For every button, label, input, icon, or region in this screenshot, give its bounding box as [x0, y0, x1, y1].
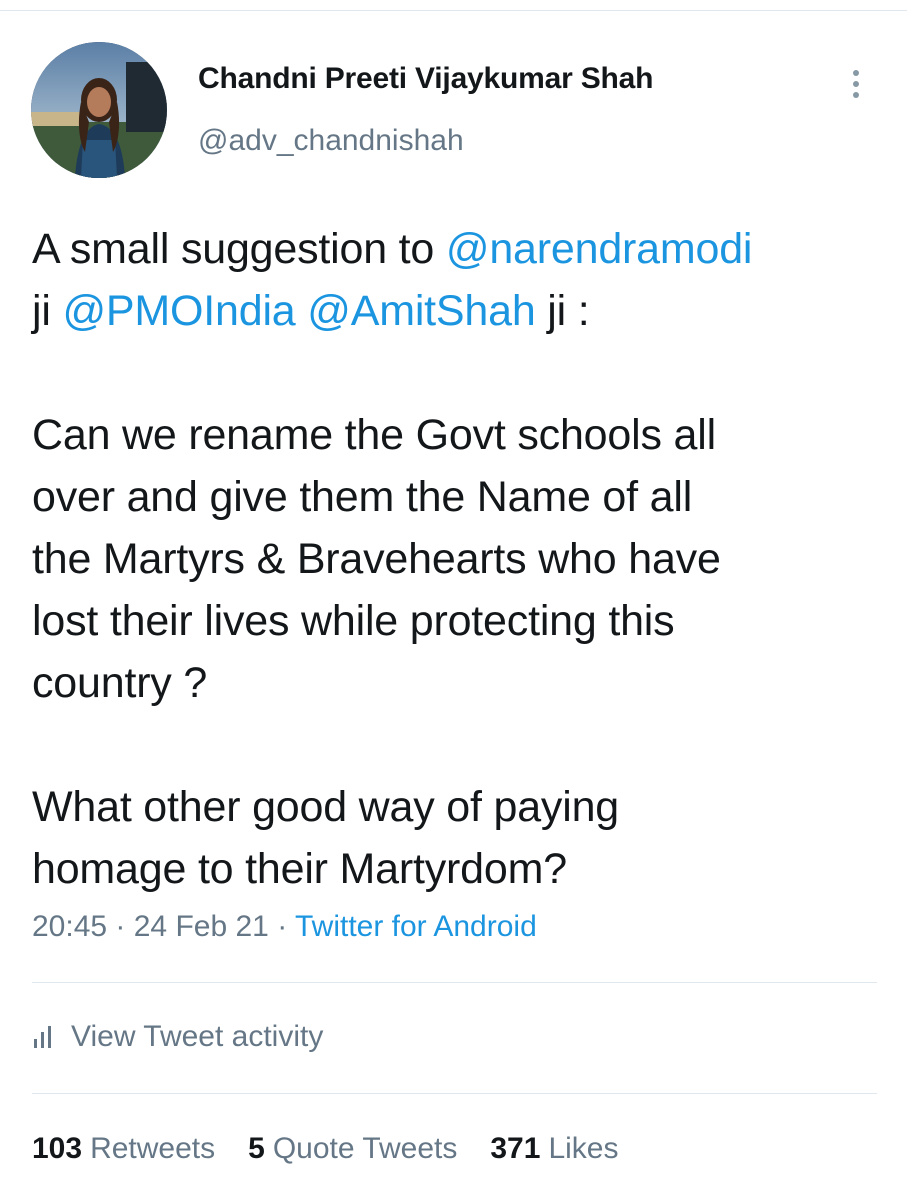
tweet-text-segment: What other good way of paying: [32, 783, 620, 831]
meta-separator: ·: [268, 910, 295, 943]
author-avatar[interactable]: [31, 42, 167, 178]
tweet-text-segment: A small suggestion to: [32, 225, 446, 273]
tweet-text-segment: lost their lives while protecting this: [32, 597, 675, 645]
author-display-name[interactable]: Chandni Preeti Vijaykumar Shah: [198, 62, 653, 96]
tweet-text-gap: [32, 342, 892, 404]
more-dot: [853, 92, 859, 98]
mention-link[interactable]: @AmitShah: [307, 287, 535, 335]
tweet-text-line: Can we rename the Govt schools all: [32, 404, 892, 466]
tweet-text-segment: ji :: [535, 287, 590, 335]
mention-link[interactable]: @narendramodi: [446, 225, 753, 273]
likes-label: Likes: [548, 1132, 619, 1165]
tweet-text-segment: the Martyrs & Bravehearts who have: [32, 535, 721, 583]
tweet-text-line: lost their lives while protecting this: [32, 590, 892, 652]
tweet-time: 20:45: [32, 910, 108, 943]
tweet-stats: 103 Retweets 5 Quote Tweets 371 Likes: [32, 1132, 618, 1166]
retweets-count: 103: [32, 1132, 83, 1165]
tweet-text-segment: homage to their Martyrdom?: [32, 845, 567, 893]
quote-tweets-count: 5: [248, 1132, 265, 1165]
likes-count: 371: [490, 1132, 541, 1165]
divider: [32, 982, 877, 983]
quote-tweets-label: Quote Tweets: [272, 1132, 458, 1165]
divider: [32, 1093, 877, 1094]
tweet-text-segment: Can we rename the Govt schools all: [32, 411, 716, 459]
retweets-stat[interactable]: 103 Retweets: [32, 1132, 215, 1166]
likes-stat[interactable]: 371 Likes: [490, 1132, 618, 1166]
more-vertical-icon[interactable]: [840, 64, 872, 104]
tweet-text: A small suggestion to @narendramodi ji @P…: [32, 218, 892, 900]
meta-separator: ·: [107, 910, 134, 943]
top-divider: [0, 10, 907, 11]
tweet-text-gap: [32, 714, 892, 776]
tweet-text-line: the Martyrs & Bravehearts who have: [32, 528, 892, 590]
more-dot: [853, 70, 859, 76]
tweet-text-line: over and give them the Name of all: [32, 466, 892, 528]
tweet-source-link[interactable]: Twitter for Android: [295, 910, 537, 943]
tweet-text-segment: over and give them the Name of all: [32, 473, 693, 521]
tweet-text-line: homage to their Martyrdom?: [32, 838, 892, 900]
author-handle[interactable]: @adv_chandnishah: [198, 124, 464, 158]
retweets-label: Retweets: [90, 1132, 216, 1165]
view-tweet-activity-label: View Tweet activity: [71, 1020, 324, 1053]
bar-chart-icon: [34, 1026, 51, 1048]
tweet-text-line: What other good way of paying: [32, 776, 892, 838]
tweet-text-segment: country ?: [32, 659, 208, 707]
view-tweet-activity-link[interactable]: View Tweet activity: [34, 1020, 323, 1054]
tweet-text-segment: ji: [32, 287, 63, 335]
tweet-text-segment: [296, 287, 308, 335]
tweet-date: 24 Feb 21: [133, 910, 269, 943]
tweet-text-line: country ?: [32, 652, 892, 714]
tweet-text-line: ji @PMOIndia @AmitShah ji :: [32, 280, 892, 342]
profile-photo: [31, 42, 167, 178]
tweet-text-line: A small suggestion to @narendramodi: [32, 218, 892, 280]
tweet-meta: 20:45 · 24 Feb 21 · Twitter for Android: [32, 910, 537, 944]
more-dot: [853, 81, 859, 87]
quote-tweets-stat[interactable]: 5 Quote Tweets: [248, 1132, 457, 1166]
mention-link[interactable]: @PMOIndia: [62, 287, 295, 335]
